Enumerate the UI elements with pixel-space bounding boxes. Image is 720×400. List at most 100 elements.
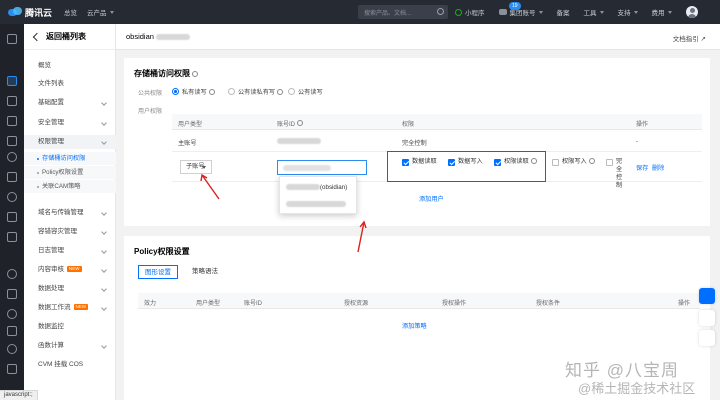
record-link[interactable]: 备案 [557,7,570,17]
policy-title: Policy权限设置 [134,247,190,256]
save-button[interactable]: 保存 [636,163,648,172]
radio-public-rw[interactable]: 公有读写 [288,87,323,96]
arrow-left-icon [32,32,42,41]
add-user-button[interactable]: 添加用户 [419,194,444,203]
radio-private[interactable]: 私有读写 [172,87,215,96]
back-to-bucket-list[interactable]: 返回桶列表 [24,24,115,50]
sidebar-item-overview[interactable]: 概览 [24,59,116,73]
cos-storage-icon[interactable] [7,76,17,86]
sidebar-sub-cam[interactable]: 关联CAM策略 [24,180,116,193]
sidebar-item-cvm-mount[interactable]: CVM 挂载 COS [24,358,116,372]
network-icon[interactable] [7,152,17,162]
bucket-name: obsidian [126,32,154,41]
calendar-icon[interactable] [7,96,17,106]
feedback-icon[interactable] [699,330,715,346]
info-icon [208,88,215,95]
tools-menu[interactable]: 工具 [584,7,604,17]
brand-logo[interactable]: 腾讯云 [8,6,52,19]
bucket-header: obsidian 文档指引 ↗ [116,24,720,50]
user-type-select[interactable]: 子账号 [180,160,212,174]
server-icon[interactable] [7,136,17,146]
tab-syntax[interactable]: 策略语法 [186,265,224,279]
chevron-down-icon [109,10,114,14]
billing-menu[interactable]: 费用 [652,7,672,17]
acl-title: 存储桶访问权限 [134,68,198,79]
policy-table-header: 效力 用户类型 账号ID 授权资源 授权操作 授权条件 操作 [138,293,700,309]
avatar[interactable] [686,6,698,18]
radio-public-read[interactable]: 公有读私有写 [228,87,284,96]
sidebar-item-workflow[interactable]: 数据工作流 NEW [24,301,116,315]
sidebar-item-logs[interactable]: 日志管理 [24,244,116,258]
security-icon[interactable] [7,269,17,279]
sidebar-item-permissions[interactable]: 权限管理 [24,135,116,149]
sub-account-id-input[interactable] [277,160,367,175]
input-placeholder-redacted [283,165,331,171]
nav-home[interactable]: 总览 [64,7,77,17]
brand-name: 腾讯云 [25,7,53,18]
sidebar-sub-bucket-acl[interactable]: 存储桶访问权限 [24,152,116,165]
table-row: 主账号 完全控制 - [172,130,702,152]
col-account-id: 账号ID [277,119,304,128]
dropdown-option[interactable]: (obsidian) [286,184,347,191]
delete-button[interactable]: 删除 [652,163,664,172]
headset-icon[interactable] [699,288,715,304]
sidebar-item-disaster[interactable]: 容错容灾管理 [24,225,116,239]
chevron-down-icon [599,10,604,14]
sidebar-sub-policy[interactable]: Policy权限设置 [24,166,116,179]
radio-dot [228,88,235,95]
sidebar-item-content-audit[interactable]: 内容审核 NEW [24,263,116,277]
redacted-text [155,33,190,40]
check-full-control[interactable]: 完全控制 [606,158,626,190]
monitor-icon[interactable] [7,192,17,202]
acl-table-header: 用户类型 账号ID 权限 操作 [172,114,702,130]
sidebar-item-file-list[interactable]: 文件列表 [24,77,116,91]
check-acl-write[interactable]: 权限写入 [552,158,595,166]
sidebar-item-domain[interactable]: 域名与传输管理 [24,206,116,220]
tab-graphic[interactable]: 图形设置 [138,265,178,279]
doc-guide-link[interactable]: 文档指引 ↗ [673,33,706,43]
new-badge: NEW [67,266,82,273]
grid-icon[interactable] [7,212,17,222]
cloud-icon[interactable] [7,326,17,336]
col-operation: 操作 [636,122,649,128]
cube-icon[interactable] [7,34,17,44]
col-action: 授权操作 [442,301,467,307]
col-user-type: 用户类型 [178,122,203,128]
globe-icon[interactable] [7,344,17,354]
add-policy-button[interactable]: 添加策略 [402,321,427,330]
cdn-icon[interactable] [7,172,17,182]
mini-program-link[interactable]: 小程序 [455,7,485,17]
redacted-text [286,184,320,191]
search-icon[interactable] [437,8,444,15]
chevron-down-icon [538,10,543,14]
dropdown-option[interactable] [286,201,346,208]
ai-icon[interactable] [7,289,17,299]
notification-badge: 19 [509,2,521,10]
radio-dot [172,88,179,95]
settings-icon[interactable] [7,309,17,319]
sidebar-item-data-processing[interactable]: 数据处理 [24,282,116,296]
sidebar-item-monitoring[interactable]: 数据监控 [24,320,116,334]
row-operation: - [636,138,639,145]
redacted-text [286,201,346,208]
col-condition: 授权条件 [536,301,561,307]
sidebar-item-functions[interactable]: 函数计算 [24,339,116,353]
bucket-acl-panel: 存储桶访问权限 公共权限 私有读写 公有读私有写 公有读写 用户权限 用户类型 … [124,58,710,226]
info-icon [297,120,304,126]
docs-icon[interactable] [699,310,715,326]
info-icon[interactable] [192,70,198,77]
chevron-down-icon [667,10,672,14]
support-menu[interactable]: 支持 [618,7,638,17]
layers-icon[interactable] [7,364,17,374]
col-effect: 效力 [144,301,157,307]
col-account-id: 账号ID [244,301,263,307]
cloud-logo-icon [8,7,22,17]
search-input[interactable]: 搜索产品、文档... [358,5,448,19]
nav-products[interactable]: 云产品 [87,7,114,17]
sidebar-item-basic-config[interactable]: 基础配置 [24,96,116,110]
database-icon[interactable] [7,116,17,126]
highlight-box [387,151,546,182]
group-account-link[interactable]: 集团账号 [498,7,543,17]
sidebar-item-security[interactable]: 安全管理 [24,116,116,130]
code-icon[interactable] [7,232,17,242]
